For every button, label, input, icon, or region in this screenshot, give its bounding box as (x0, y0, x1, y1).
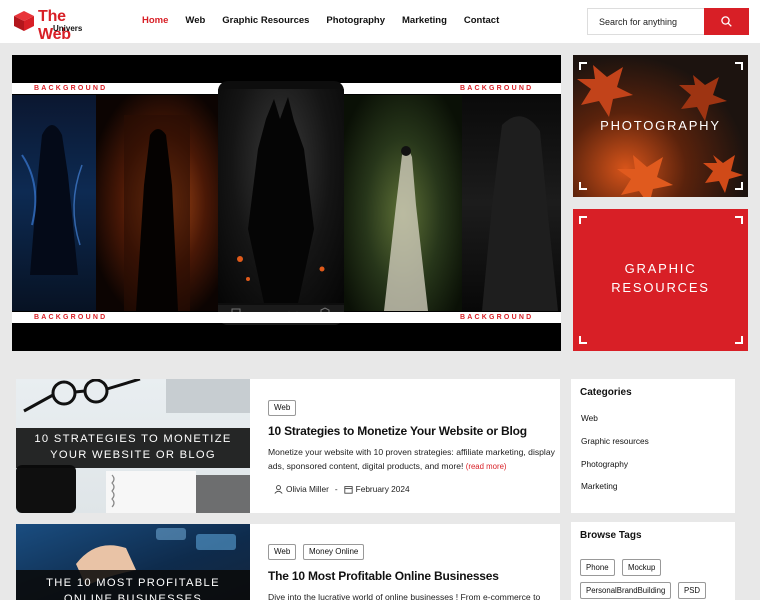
tag-link-phone[interactable]: Phone (580, 559, 615, 576)
search-input[interactable] (587, 8, 705, 35)
hero-label: BACKGROUND (460, 84, 534, 92)
hero-image-silhouette-door (96, 95, 218, 311)
logo-cube-icon (14, 11, 34, 31)
nav-item-home[interactable]: Home (142, 15, 168, 26)
photography-category-tile[interactable]: PHOTOGRAPHY (573, 55, 748, 197)
hero-image-hooded-figure (12, 95, 96, 311)
tag-link-personal-brand-building[interactable]: PersonalBrandBuilding (580, 582, 672, 599)
graphic-tile-title-line2: RESOURCES (611, 280, 710, 295)
post-tag-web[interactable]: Web (268, 544, 297, 560)
logo-text-secondary: Univers (53, 24, 83, 33)
post-card: THE 10 MOST PROFITABLE ONLINE BUSINESSES… (16, 524, 560, 600)
nav-item-web[interactable]: Web (185, 15, 205, 26)
post-excerpt-text: Monetize your website with 10 proven str… (268, 447, 555, 471)
nav-item-contact[interactable]: Contact (464, 15, 499, 26)
nav-item-photography[interactable]: Photography (326, 15, 385, 26)
hero-phone-screen (218, 89, 344, 303)
category-link-web[interactable]: Web (581, 413, 598, 423)
post-excerpt: Dive into the lucrative world of online … (268, 592, 541, 600)
category-link-photography[interactable]: Photography (581, 459, 628, 469)
category-link-marketing[interactable]: Marketing (581, 481, 617, 491)
categories-heading: Categories (580, 387, 632, 398)
tags-widget: Browse Tags Phone Mockup PersonalBrandBu… (571, 522, 735, 600)
thumbnail-text-line1: THE 10 MOST PROFITABLE (46, 577, 220, 589)
post-meta: Olivia Miller - February 2024 (274, 484, 410, 494)
search-bar (587, 8, 749, 35)
post-card: 10 STRATEGIES TO MONETIZE YOUR WEBSITE O… (16, 379, 560, 513)
frame-corner (579, 216, 587, 224)
search-button[interactable] (704, 8, 749, 35)
categories-widget: Categories Web Graphic resources Photogr… (571, 379, 735, 513)
nav-item-marketing[interactable]: Marketing (402, 15, 447, 26)
frame-corner (735, 62, 743, 70)
tag-link-mockup[interactable]: Mockup (622, 559, 662, 576)
hero-banner[interactable]: BACKGROUND BACKGROUND BACKGROUND BACKGRO… (12, 55, 561, 351)
site-logo[interactable]: The Web Univers (12, 8, 102, 43)
post-date: February 2024 (355, 484, 410, 494)
post-tag-web[interactable]: Web (268, 400, 297, 416)
tags-heading: Browse Tags (580, 530, 642, 541)
graphic-tile-title-line1: GRAPHIC (624, 261, 697, 276)
hero-bottom-strip: BACKGROUND BACKGROUND (12, 312, 561, 323)
read-more-link[interactable]: (read more) (466, 462, 507, 471)
post-tag-money-online[interactable]: Money Online (303, 544, 365, 560)
meta-separator: - (334, 484, 338, 494)
post-title[interactable]: The 10 Most Profitable Online Businesses (268, 569, 499, 583)
hero-image-dark-figure (462, 95, 561, 311)
main-nav: Home Web Graphic Resources Photography M… (142, 15, 516, 26)
post-title[interactable]: 10 Strategies to Monetize Your Website o… (268, 424, 527, 438)
post-thumbnail[interactable]: THE 10 MOST PROFITABLE ONLINE BUSINESSES (16, 524, 250, 600)
tag-link-psd[interactable]: PSD (678, 582, 707, 599)
frame-corner (579, 336, 587, 344)
category-link-graphic-resources[interactable]: Graphic resources (581, 436, 649, 446)
post-author[interactable]: Olivia Miller (286, 484, 329, 494)
thumbnail-text-line2: YOUR WEBSITE OR BLOG (50, 449, 216, 461)
graphic-resources-category-tile[interactable]: GRAPHIC RESOURCES (573, 209, 748, 351)
hero-phone-mockup (218, 81, 344, 325)
thumbnail-text-line2: ONLINE BUSINESSES (63, 593, 203, 600)
site-header: The Web Univers Home Web Graphic Resourc… (0, 0, 760, 43)
hero-label: BACKGROUND (34, 313, 108, 321)
frame-corner (735, 182, 743, 190)
frame-corner (735, 336, 743, 344)
hero-label: BACKGROUND (460, 313, 534, 321)
frame-corner (579, 62, 587, 70)
hero-label: BACKGROUND (34, 84, 108, 92)
search-icon (721, 16, 732, 27)
thumbnail-text-line1: 10 STRATEGIES TO MONETIZE (34, 433, 232, 445)
post-excerpt: Monetize your website with 10 proven str… (268, 445, 558, 474)
calendar-icon (343, 485, 353, 494)
post-thumbnail[interactable]: 10 STRATEGIES TO MONETIZE YOUR WEBSITE O… (16, 379, 250, 513)
frame-corner (579, 182, 587, 190)
nav-item-graphic-resources[interactable]: Graphic Resources (222, 15, 309, 26)
photography-tile-title: PHOTOGRAPHY (600, 118, 721, 133)
user-icon (274, 484, 283, 494)
hero-image-forest-bride (344, 95, 462, 311)
frame-corner (735, 216, 743, 224)
